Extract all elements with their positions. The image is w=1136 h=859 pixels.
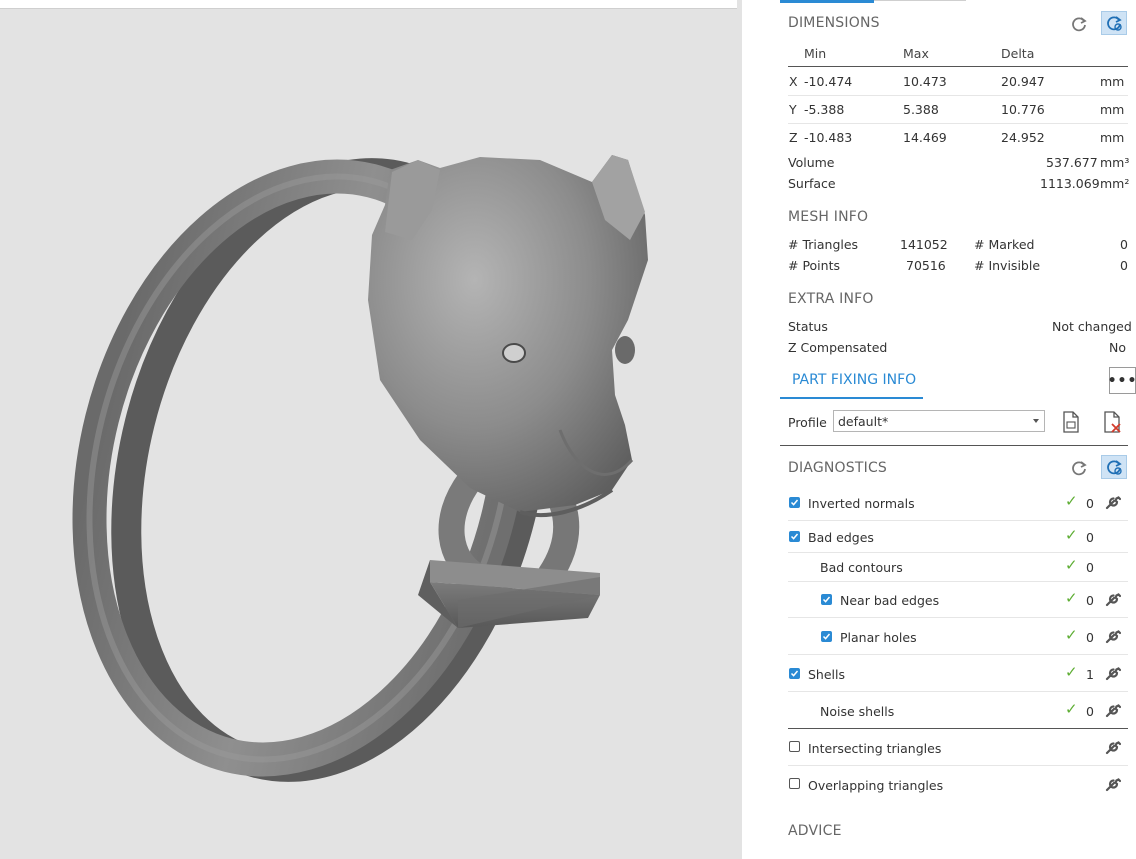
wrench-icon[interactable] bbox=[1105, 776, 1122, 792]
marked-label: # Marked bbox=[974, 237, 1035, 252]
points-value: 70516 bbox=[906, 258, 946, 273]
surface-label: Surface bbox=[788, 176, 836, 191]
triangles-value: 141052 bbox=[900, 237, 948, 252]
profile-label: Profile bbox=[788, 415, 827, 430]
extra-info-title: EXTRA INFO bbox=[788, 291, 874, 307]
row-z-max: 14.469 bbox=[903, 130, 947, 145]
surface-value: 1113.069 bbox=[1040, 176, 1100, 191]
document-icon[interactable] bbox=[1060, 410, 1082, 434]
more-options-button[interactable]: ••• bbox=[1108, 367, 1136, 394]
invisible-value: 0 bbox=[1120, 258, 1128, 273]
checkmark-icon: ✓ bbox=[1065, 526, 1078, 544]
auto-refresh-icon[interactable] bbox=[1101, 455, 1127, 479]
refresh-icon[interactable] bbox=[1066, 456, 1092, 480]
row-y-max: 5.388 bbox=[903, 102, 939, 117]
profile-select[interactable]: default* bbox=[833, 410, 1045, 432]
checkmark-icon: ✓ bbox=[1065, 700, 1078, 718]
row-z-unit: mm bbox=[1100, 130, 1125, 145]
checkmark-icon: ✓ bbox=[1065, 492, 1078, 510]
diag-count-noise-shells: 0 bbox=[1086, 704, 1094, 719]
diagnostics-title: DIAGNOSTICS bbox=[788, 460, 888, 476]
header-min: Min bbox=[804, 46, 827, 61]
header-max: Max bbox=[903, 46, 929, 61]
z-compensated-label: Z Compensated bbox=[788, 340, 888, 355]
volume-value: 537.677 bbox=[1046, 155, 1098, 170]
wrench-icon[interactable] bbox=[1105, 628, 1122, 644]
diag-label-near-bad-edges: Near bad edges bbox=[840, 593, 940, 608]
diag-count-inverted-normals: 0 bbox=[1086, 496, 1094, 511]
surface-unit: mm² bbox=[1100, 176, 1130, 191]
status-value: Not changed bbox=[1052, 319, 1132, 334]
diag-count-near-bad-edges: 0 bbox=[1086, 593, 1094, 608]
volume-unit: mm³ bbox=[1100, 155, 1130, 170]
row-y-min: -5.388 bbox=[804, 102, 845, 117]
row-x-min: -10.474 bbox=[804, 74, 853, 89]
checkbox-inverted-normals[interactable] bbox=[789, 497, 800, 508]
dimensions-title: DIMENSIONS bbox=[788, 15, 880, 31]
tab-part-fixing-info[interactable]: PART FIXING INFO bbox=[792, 372, 916, 388]
wrench-icon[interactable] bbox=[1105, 665, 1122, 681]
diag-label-bad-contours: Bad contours bbox=[820, 560, 903, 575]
active-tab-indicator bbox=[780, 0, 874, 3]
row-z-axis: Z bbox=[789, 130, 798, 145]
3d-viewport[interactable] bbox=[0, 0, 742, 859]
marked-value: 0 bbox=[1120, 237, 1128, 252]
diag-label-intersecting-triangles: Intersecting triangles bbox=[808, 741, 942, 756]
diag-label-overlapping-triangles: Overlapping triangles bbox=[808, 778, 944, 793]
ring-model[interactable] bbox=[0, 0, 742, 859]
z-compensated-value: No bbox=[1109, 340, 1126, 355]
checkmark-icon: ✓ bbox=[1065, 626, 1078, 644]
row-x-axis: X bbox=[789, 74, 798, 89]
row-y-delta: 10.776 bbox=[1001, 102, 1045, 117]
refresh-icon[interactable] bbox=[1066, 12, 1092, 36]
chevron-down-icon bbox=[1033, 419, 1039, 423]
wrench-icon[interactable] bbox=[1105, 739, 1122, 755]
auto-refresh-icon[interactable] bbox=[1101, 11, 1127, 35]
row-x-max: 10.473 bbox=[903, 74, 947, 89]
row-x-unit: mm bbox=[1100, 74, 1125, 89]
wrench-icon[interactable] bbox=[1105, 591, 1122, 607]
diag-count-bad-edges: 0 bbox=[1086, 530, 1094, 545]
diag-label-bad-edges: Bad edges bbox=[808, 530, 874, 545]
triangles-label: # Triangles bbox=[788, 237, 859, 252]
profile-select-value: default* bbox=[838, 414, 889, 429]
wrench-icon[interactable] bbox=[1105, 702, 1122, 718]
diag-label-planar-holes: Planar holes bbox=[840, 630, 917, 645]
checkmark-icon: ✓ bbox=[1065, 663, 1078, 681]
row-y-unit: mm bbox=[1100, 102, 1125, 117]
diag-count-shells: 1 bbox=[1086, 667, 1094, 682]
header-delta: Delta bbox=[1001, 46, 1035, 61]
diag-count-bad-contours: 0 bbox=[1086, 560, 1094, 575]
row-z-min: -10.483 bbox=[804, 130, 853, 145]
diag-label-shells: Shells bbox=[808, 667, 846, 682]
checkbox-near-bad-edges[interactable] bbox=[821, 594, 832, 605]
tab-active-underline bbox=[780, 397, 923, 399]
row-z-delta: 24.952 bbox=[1001, 130, 1045, 145]
volume-label: Volume bbox=[788, 155, 835, 170]
mesh-info-title: MESH INFO bbox=[788, 209, 869, 225]
delete-document-icon[interactable] bbox=[1101, 410, 1123, 434]
wrench-icon[interactable] bbox=[1105, 494, 1122, 510]
row-y-axis: Y bbox=[789, 102, 797, 117]
advice-title: ADVICE bbox=[788, 823, 842, 839]
panther-head bbox=[368, 155, 648, 518]
status-label: Status bbox=[788, 319, 828, 334]
diag-label-inverted-normals: Inverted normals bbox=[808, 496, 915, 511]
checkbox-overlapping-triangles[interactable] bbox=[789, 778, 800, 789]
invisible-label: # Invisible bbox=[974, 258, 1041, 273]
checkmark-icon: ✓ bbox=[1065, 556, 1078, 574]
checkbox-bad-edges[interactable] bbox=[789, 531, 800, 542]
checkmark-icon: ✓ bbox=[1065, 589, 1078, 607]
diag-count-planar-holes: 0 bbox=[1086, 630, 1094, 645]
row-x-delta: 20.947 bbox=[1001, 74, 1045, 89]
checkbox-intersecting-triangles[interactable] bbox=[789, 741, 800, 752]
checkbox-shells[interactable] bbox=[789, 668, 800, 679]
points-label: # Points bbox=[788, 258, 840, 273]
diag-label-noise-shells: Noise shells bbox=[820, 704, 895, 719]
checkbox-planar-holes[interactable] bbox=[821, 631, 832, 642]
